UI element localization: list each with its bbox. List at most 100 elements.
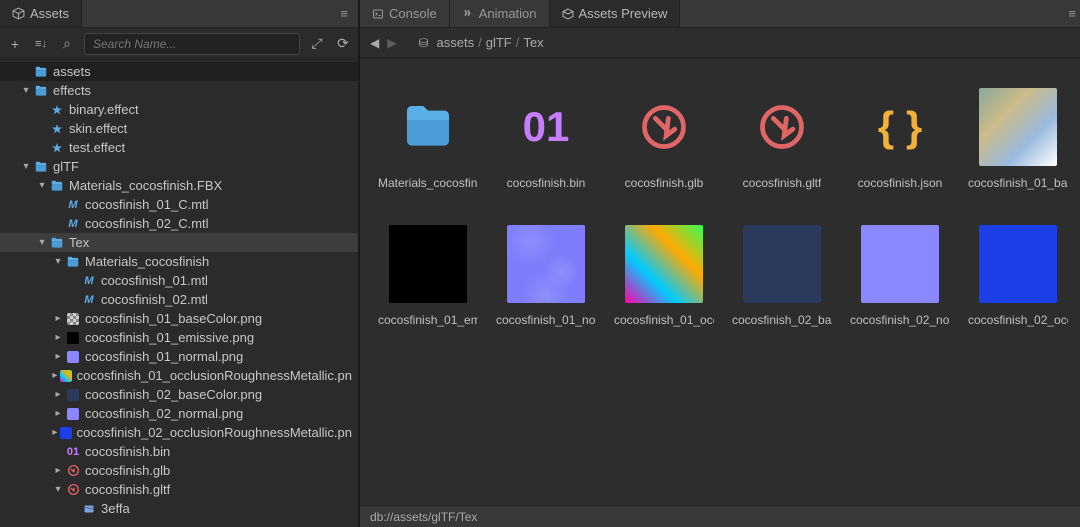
tree-item[interactable]: test.effect xyxy=(0,138,358,157)
tree-item[interactable]: cocosfinish_01_emissive.png xyxy=(0,328,358,347)
breadcrumb-part[interactable]: glTF xyxy=(486,35,512,50)
folder-icon xyxy=(389,88,467,166)
tree-item[interactable]: 01cocosfinish.bin xyxy=(0,442,358,461)
tree-item[interactable]: cocosfinish_02_occlusionRoughnessMetalli… xyxy=(0,423,358,442)
tree-item-label: cocosfinish.glb xyxy=(85,463,170,478)
breadcrumb: ◀ ▶ ⛁ assets/glTF/Tex xyxy=(360,28,1080,58)
grid-item[interactable]: cocosfinish_01_baseColor… xyxy=(968,88,1068,191)
breadcrumb-path[interactable]: assets/glTF/Tex xyxy=(437,35,544,50)
grid-area: Materials_cocosfinish01cocosfinish.binco… xyxy=(360,58,1080,505)
folder-icon xyxy=(34,160,48,174)
tree-item[interactable]: cocosfinish_01_baseColor.png xyxy=(0,309,358,328)
caret-icon[interactable] xyxy=(52,408,64,420)
grid-item[interactable]: 01cocosfinish.bin xyxy=(496,88,596,191)
sort-button[interactable]: ≡↓ xyxy=(32,38,50,50)
statusbar: db://assets/glTF/Tex xyxy=(360,505,1080,527)
tree-item-label: Tex xyxy=(69,235,89,250)
tab-label: Assets Preview xyxy=(579,6,668,21)
tab-assets-preview[interactable]: Assets Preview xyxy=(550,0,681,27)
search-input-wrap xyxy=(84,33,300,55)
panel-menu-icon[interactable]: ≡ xyxy=(1058,6,1080,21)
search-input[interactable] xyxy=(93,37,291,51)
tree-item[interactable]: Materials_cocosfinish xyxy=(0,252,358,271)
caret-icon[interactable] xyxy=(20,161,32,173)
tree-item[interactable]: assets xyxy=(0,62,358,81)
panel-menu-icon[interactable]: ≡ xyxy=(330,6,358,21)
assets-tree: assetseffects binary.effect skin.effecttes… xyxy=(0,60,358,527)
tree-item[interactable]: Mcocosfinish_02.mtl xyxy=(0,290,358,309)
grid-item[interactable]: cocosfinish_02_occlusion… xyxy=(968,225,1068,328)
console-icon xyxy=(372,8,384,20)
refresh-button[interactable]: ⟳ xyxy=(334,35,352,52)
tree-item[interactable]: Mcocosfinish_01.mtl xyxy=(0,271,358,290)
tree-item[interactable]: binary.effect xyxy=(0,100,358,119)
caret-icon[interactable] xyxy=(52,465,64,477)
tree-item[interactable]: skin.effect xyxy=(0,119,358,138)
status-path: db://assets/glTF/Tex xyxy=(370,510,477,524)
material-icon: M xyxy=(66,217,80,231)
grid-item-label: cocosfinish.gltf xyxy=(743,176,822,191)
tab-animation[interactable]: Animation xyxy=(450,0,550,27)
caret-icon[interactable] xyxy=(52,351,64,363)
grid-item-label: cocosfinish.bin xyxy=(507,176,586,191)
grid-item[interactable]: Materials_cocosfinish xyxy=(378,88,478,191)
tree-item[interactable]: 3effa xyxy=(0,499,358,518)
grid-item[interactable]: cocosfinish_01_normal.png xyxy=(496,225,596,328)
folder-icon xyxy=(34,65,48,79)
expand-button[interactable]: ⤢ xyxy=(308,35,326,52)
caret-none xyxy=(68,294,80,306)
tree-item[interactable]: cocosfinish_01_occlusionRoughnessMetalli… xyxy=(0,366,358,385)
gltf-icon xyxy=(66,464,80,478)
breadcrumb-part[interactable]: assets xyxy=(437,35,475,50)
grid-item-label: cocosfinish_01_occlusion… xyxy=(614,313,714,328)
assets-tab-label: Assets xyxy=(30,6,69,21)
search-icon[interactable]: ⌕ xyxy=(58,35,76,52)
image-thumbnail xyxy=(743,225,821,303)
caret-none xyxy=(36,142,48,154)
grid-item[interactable]: cocosfinish.gltf xyxy=(732,88,832,191)
grid-item[interactable]: { }cocosfinish.json xyxy=(850,88,950,191)
caret-icon[interactable] xyxy=(52,389,64,401)
grid-item[interactable]: cocosfinish_01_occlusion… xyxy=(614,225,714,328)
caret-icon[interactable] xyxy=(20,85,32,97)
breadcrumb-part[interactable]: Tex xyxy=(523,35,543,50)
caret-icon[interactable] xyxy=(36,180,48,192)
grid-item[interactable]: cocosfinish_02_normal.png xyxy=(850,225,950,328)
tree-item-label: cocosfinish_01_C.mtl xyxy=(85,197,209,212)
caret-icon[interactable] xyxy=(52,370,58,382)
tree-item[interactable]: cocosfinish_01_normal.png xyxy=(0,347,358,366)
tree-item[interactable]: cocosfinish.gltf xyxy=(0,480,358,499)
anim-icon xyxy=(462,8,474,20)
tree-item[interactable]: glTF xyxy=(0,157,358,176)
gltf-icon xyxy=(625,88,703,166)
forward-button[interactable]: ▶ xyxy=(387,36,396,50)
image-thumbnail xyxy=(861,225,939,303)
tree-item[interactable]: Tex xyxy=(0,233,358,252)
caret-icon[interactable] xyxy=(36,237,48,249)
grid-item[interactable]: cocosfinish_02_baseColo… xyxy=(732,225,832,328)
json-icon: { } xyxy=(861,88,939,166)
caret-icon[interactable] xyxy=(52,332,64,344)
add-button[interactable]: + xyxy=(6,36,24,52)
grid-item[interactable]: cocosfinish.glb xyxy=(614,88,714,191)
tree-item[interactable]: cocosfinish.glb xyxy=(0,461,358,480)
image-thumbnail xyxy=(979,225,1057,303)
grid-item[interactable]: cocosfinish_01_emissive.… xyxy=(378,225,478,328)
tree-item[interactable]: cocosfinish_02_baseColor.png xyxy=(0,385,358,404)
tree-item-label: cocosfinish_02_occlusionRoughnessMetalli… xyxy=(77,425,352,440)
caret-icon[interactable] xyxy=(52,256,64,268)
tree-item[interactable]: Mcocosfinish_01_C.mtl xyxy=(0,195,358,214)
assets-tab[interactable]: Assets xyxy=(0,0,82,27)
tab-console[interactable]: Console xyxy=(360,0,450,27)
tree-item[interactable]: Mcocosfinish_02_C.mtl xyxy=(0,214,358,233)
tree-item[interactable]: cocosfinish_02_normal.png xyxy=(0,404,358,423)
caret-icon[interactable] xyxy=(52,313,64,325)
caret-icon[interactable] xyxy=(52,427,58,439)
tree-item[interactable]: Materials_cocosfinish.FBX xyxy=(0,176,358,195)
caret-icon[interactable] xyxy=(52,484,64,496)
tree-item-label: binary.effect xyxy=(69,102,139,117)
tree-item-label: cocosfinish_02_C.mtl xyxy=(85,216,209,231)
tree-item[interactable]: effects xyxy=(0,81,358,100)
back-button[interactable]: ◀ xyxy=(370,36,379,50)
caret-none xyxy=(52,446,64,458)
